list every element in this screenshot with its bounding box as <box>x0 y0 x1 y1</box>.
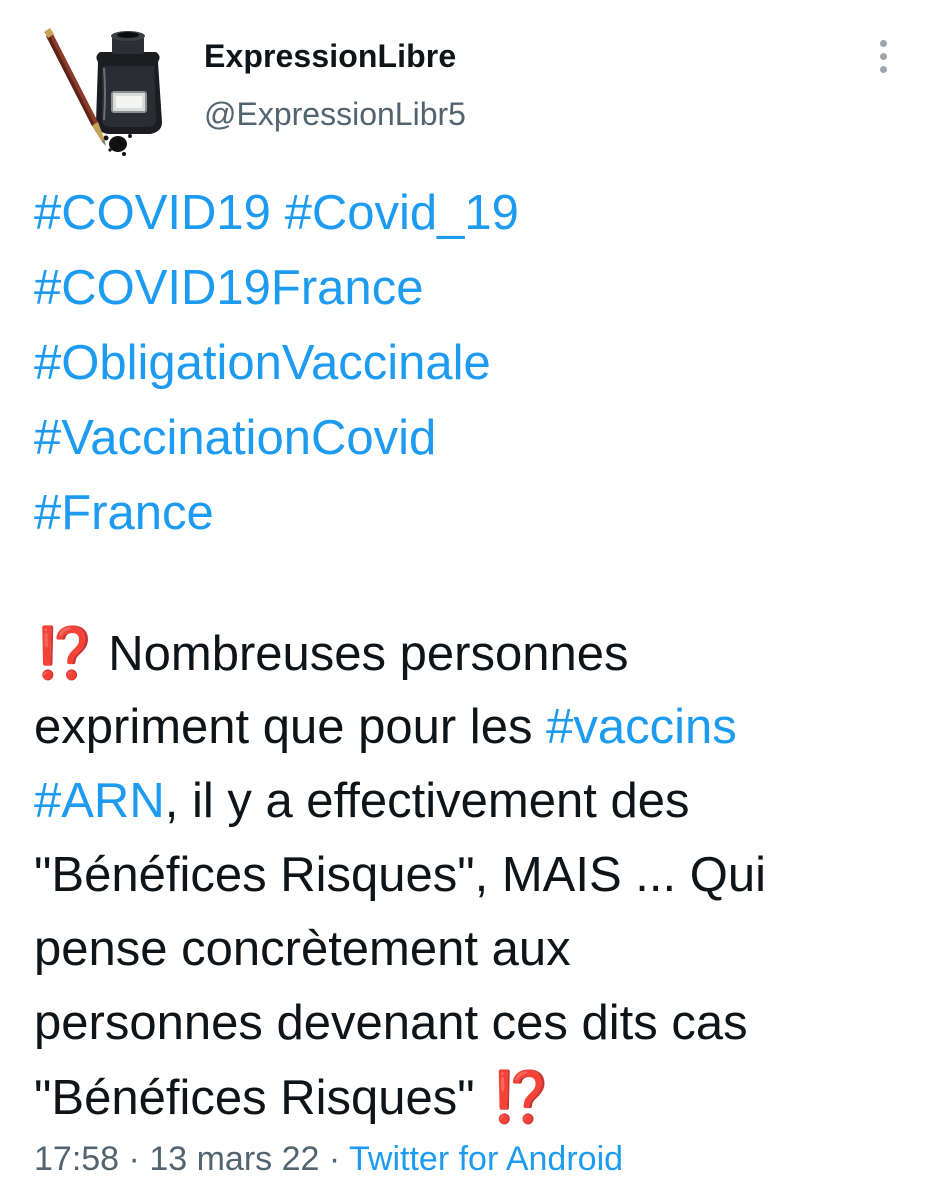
hashtag-link[interactable]: #VaccinationCovid <box>34 411 436 465</box>
tweet-time[interactable]: 17:58 <box>34 1140 119 1178</box>
hashtag-line: #France <box>34 476 914 551</box>
more-options-button[interactable] <box>870 36 898 76</box>
author-name[interactable]: ExpressionLibre <box>204 38 456 75</box>
hashtag-link[interactable]: #France <box>34 486 214 540</box>
hashtag-link[interactable]: #vaccins <box>546 700 737 754</box>
tweet-text-line: personnes devenant ces dits cas <box>34 986 924 1060</box>
hashtag-line: #COVID19 #Covid_19 <box>34 176 914 251</box>
hashtag-line: #VaccinationCovid <box>34 401 914 476</box>
tweet-text-line: "Bénéfices Risques" ⁉️ <box>34 1060 924 1134</box>
menu-dot <box>880 66 887 73</box>
hashtag-line: #ObligationVaccinale <box>34 326 914 401</box>
tweet-body: ⁉️ Nombreuses personnes expriment que pou… <box>34 616 924 1134</box>
tweet-text: Nombreuses personnes <box>108 627 629 681</box>
tweet: ExpressionLibre @ExpressionLibr5 #COVID1… <box>0 0 936 1200</box>
tweet-date[interactable]: 13 mars 22 <box>149 1140 319 1178</box>
author-handle[interactable]: @ExpressionLibr5 <box>204 96 466 133</box>
separator-dot: · <box>328 1140 350 1178</box>
tweet-text-line: "Bénéfices Risques", MAIS ... Qui <box>34 838 924 912</box>
hashtag-link[interactable]: #COVID19France <box>34 261 423 315</box>
tweet-text-line: pense concrètement aux <box>34 912 924 986</box>
tweet-text-line: expriment que pour les #vaccins <box>34 690 924 764</box>
menu-dot <box>880 53 887 60</box>
separator-dot: · <box>128 1140 150 1178</box>
hashtag-link[interactable]: #ARN <box>34 774 165 828</box>
fountain-pen-inkwell-icon <box>44 28 162 156</box>
hashtag-link[interactable]: #ObligationVaccinale <box>34 336 491 390</box>
tweet-text: , il y a effectivement des <box>164 774 690 828</box>
tweet-text-line: #ARN, il y a effectivement des <box>34 764 924 838</box>
interrobang-icon: ⁉️ <box>34 624 96 682</box>
interrobang-icon: ⁉️ <box>490 1068 553 1126</box>
hashtag-line: #COVID19France <box>34 251 914 326</box>
avatar[interactable] <box>38 22 168 162</box>
hashtag-link[interactable]: #Covid_19 <box>285 186 519 240</box>
tweet-text: expriment que pour les <box>34 700 547 754</box>
hashtag-link[interactable]: #COVID19 <box>34 186 271 240</box>
tweet-text: personnes devenant ces dits cas <box>34 996 748 1050</box>
tweet-metadata: 17:58 · 13 mars 22 · Twitter for Android <box>34 1140 623 1179</box>
tweet-text-line: ⁉️ Nombreuses personnes <box>34 616 924 690</box>
hashtag-block: #COVID19 #Covid_19 #COVID19France #Oblig… <box>34 176 914 551</box>
tweet-text: pense concrètement aux <box>34 922 571 976</box>
tweet-text: "Bénéfices Risques" <box>34 1071 475 1125</box>
tweet-text: "Bénéfices Risques", MAIS ... Qui <box>34 848 766 902</box>
menu-dot <box>880 40 887 47</box>
tweet-source-link[interactable]: Twitter for Android <box>349 1140 623 1178</box>
